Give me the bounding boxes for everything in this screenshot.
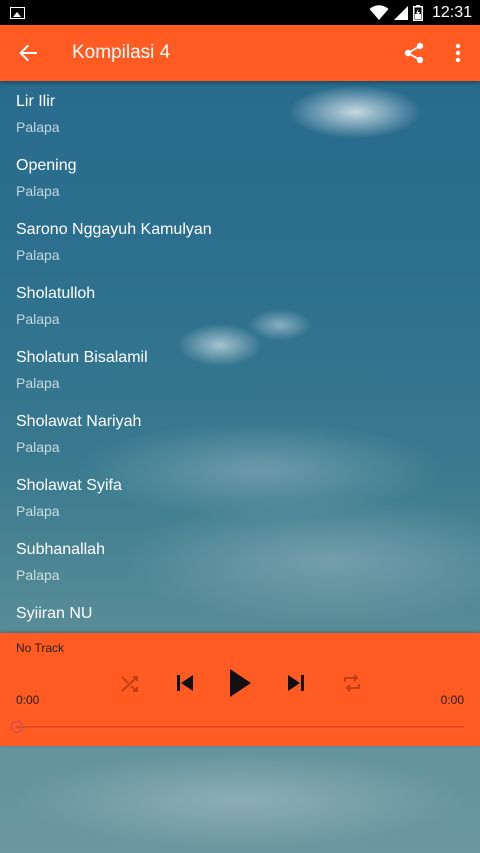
share-icon [404,42,424,64]
seek-thumb[interactable] [11,721,23,733]
track-list: Lir Ilir Palapa Opening Palapa Sarono Ng… [0,81,480,633]
repeat-button[interactable] [332,663,372,703]
track-artist: Palapa [16,503,60,519]
list-item[interactable]: Syiiran NU [0,593,480,633]
track-artist: Palapa [16,567,60,583]
repeat-icon [344,674,360,692]
status-time: 12:31 [431,3,472,21]
list-item[interactable]: Sholatulloh Palapa [0,273,480,337]
next-button[interactable] [276,663,316,703]
now-playing-label: No Track [16,641,65,655]
player-controls [110,663,370,703]
shuffle-icon [121,676,138,692]
arrow-left-icon [19,44,37,62]
track-title: Opening [16,157,77,174]
signal-icon [393,5,408,20]
skip-previous-icon [177,675,193,691]
wifi-icon [369,4,389,20]
app-bar: Kompilasi 4 [0,25,480,81]
track-artist: Palapa [16,247,60,263]
track-artist: Palapa [16,375,60,391]
list-item[interactable]: Opening Palapa [0,145,480,209]
more-vert-icon [455,43,461,63]
track-title: Sholatun Bisalamil [16,349,148,366]
back-button[interactable] [0,25,56,81]
track-artist: Palapa [16,311,60,327]
seek-bar[interactable] [11,721,464,733]
skip-next-icon [288,675,304,691]
more-options-button[interactable] [436,25,480,81]
track-title: Subhanallah [16,541,105,558]
track-artist: Palapa [16,439,60,455]
total-time: 0:00 [440,693,464,707]
track-title: Sholawat Nariyah [16,413,142,430]
list-item[interactable]: Sholawat Nariyah Palapa [0,401,480,465]
status-bar: 12:31 [0,0,480,25]
track-artist: Palapa [16,183,60,199]
player-panel: No Track 0:00 0:00 [0,633,480,746]
list-item[interactable]: Sholawat Syifa Palapa [0,465,480,529]
track-title: Sarono Nggayuh Kamulyan [16,221,212,238]
list-item[interactable]: Lir Ilir Palapa [0,81,480,145]
play-button[interactable] [220,663,260,703]
elapsed-time: 0:00 [16,693,40,707]
share-button[interactable] [392,25,436,81]
list-item[interactable]: Sholatun Bisalamil Palapa [0,337,480,401]
track-title: Syiiran NU [16,605,93,622]
list-item[interactable]: Subhanallah Palapa [0,529,480,593]
track-title: Sholawat Syifa [16,477,122,494]
play-icon [230,669,251,697]
track-title: Sholatulloh [16,285,96,302]
previous-button[interactable] [165,663,205,703]
battery-icon [412,4,423,21]
shuffle-button[interactable] [110,663,150,703]
page-title: Kompilasi 4 [72,42,171,63]
image-notification-icon [10,6,25,19]
track-artist: Palapa [16,119,60,135]
list-item[interactable]: Sarono Nggayuh Kamulyan Palapa [0,209,480,273]
track-title: Lir Ilir [16,93,56,110]
